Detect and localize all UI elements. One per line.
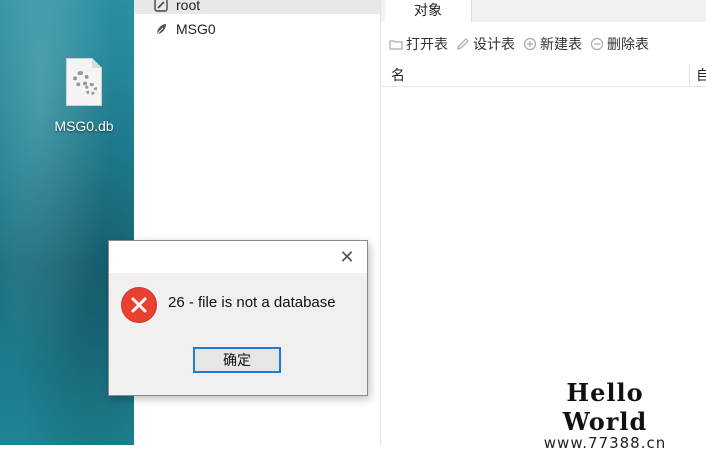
tab-bar: 对象 [381,0,706,22]
error-dialog: ✕ 26 - file is not a database 确定 [108,240,368,396]
close-icon[interactable]: ✕ [337,247,357,267]
new-table-label: 新建表 [540,36,582,52]
gear-file-icon [66,58,102,106]
ok-button[interactable]: 确定 [193,347,281,373]
database-icon [154,22,168,36]
column-header-name[interactable]: 名 [391,65,405,85]
new-table-button[interactable]: 新建表 [523,34,582,54]
desktop-file-label: MSG0.db [54,118,114,134]
tree-item-msg0[interactable]: MSG0 [134,20,380,38]
column-header-next[interactable]: 自 [689,65,706,85]
error-icon [121,287,157,323]
object-list-header: 名 自 [381,62,706,87]
open-table-button[interactable]: 打开表 [389,34,448,54]
objects-toolbar: 打开表 设计表 新建表 删除表 [381,32,706,56]
desktop-file-item[interactable]: MSG0.db [44,58,124,134]
folder-icon [389,37,403,51]
tree-item-label: root [176,0,201,13]
plus-circle-icon [523,37,537,51]
watermark-title: Hello World [562,378,648,436]
design-table-button[interactable]: 设计表 [456,34,515,54]
watermark: Hello World www.77388.cn [520,378,690,452]
dialog-message: 26 - file is not a database [168,294,336,311]
tab-objects[interactable]: 对象 [385,0,472,22]
open-table-label: 打开表 [406,36,448,52]
watermark-url: www.77388.cn [543,434,667,452]
minus-circle-icon [590,37,604,51]
tree-item-label: MSG0 [176,21,216,37]
delete-table-button[interactable]: 删除表 [590,34,649,54]
pencil-icon [456,37,470,51]
design-table-label: 设计表 [473,36,515,52]
tree-item-root[interactable]: root [134,0,380,14]
dialog-titlebar: ✕ [109,241,367,273]
connection-icon [154,0,168,12]
delete-table-label: 删除表 [607,36,649,52]
